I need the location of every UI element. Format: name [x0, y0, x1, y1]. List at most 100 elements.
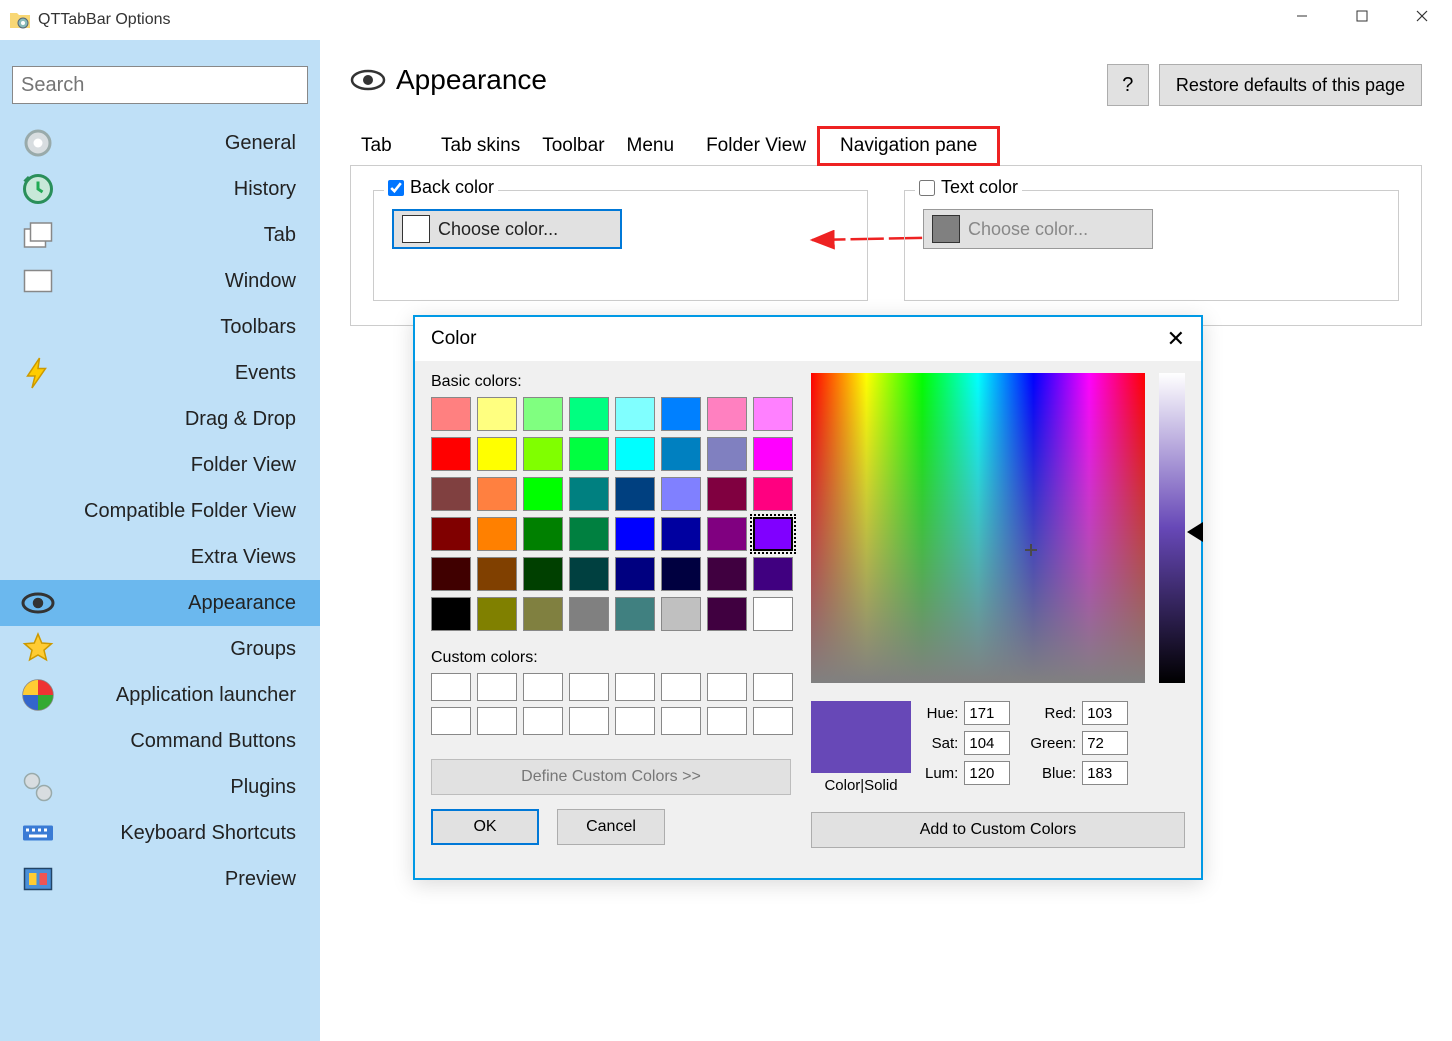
custom-color-swatch[interactable] [431, 673, 471, 701]
back-color-checkbox[interactable] [388, 180, 404, 196]
basic-color-swatch[interactable] [569, 397, 609, 431]
basic-color-swatch[interactable] [569, 557, 609, 591]
basic-color-swatch[interactable] [707, 397, 747, 431]
sidebar-item-appearance[interactable]: Appearance [0, 580, 320, 626]
search-input[interactable] [12, 66, 308, 104]
sidebar-item-events[interactable]: Events [0, 350, 320, 396]
tab-navigationpane[interactable]: Navigation pane [817, 126, 1000, 166]
maximize-button[interactable] [1332, 0, 1392, 32]
basic-color-swatch[interactable] [569, 597, 609, 631]
help-button[interactable]: ? [1107, 64, 1149, 106]
tab-menu[interactable]: Menu [616, 126, 686, 166]
basic-color-swatch[interactable] [569, 517, 609, 551]
basic-color-swatch[interactable] [753, 517, 793, 551]
basic-color-swatch[interactable] [707, 477, 747, 511]
custom-color-swatch[interactable] [707, 707, 747, 735]
basic-color-swatch[interactable] [523, 397, 563, 431]
define-custom-colors-button[interactable]: Define Custom Colors >> [431, 759, 791, 795]
sidebar-item-shortcuts[interactable]: Keyboard Shortcuts [0, 810, 320, 856]
sidebar-item-folderview[interactable]: Folder View [0, 442, 320, 488]
custom-color-swatch[interactable] [477, 673, 517, 701]
basic-color-swatch[interactable] [523, 517, 563, 551]
basic-color-swatch[interactable] [753, 597, 793, 631]
custom-color-swatch[interactable] [615, 673, 655, 701]
close-button[interactable] [1392, 0, 1452, 32]
basic-color-swatch[interactable] [753, 557, 793, 591]
basic-color-swatch[interactable] [477, 517, 517, 551]
basic-color-swatch[interactable] [477, 437, 517, 471]
basic-color-swatch[interactable] [477, 557, 517, 591]
basic-color-swatch[interactable] [753, 477, 793, 511]
basic-color-swatch[interactable] [615, 597, 655, 631]
choose-back-color-button[interactable]: Choose color... [392, 209, 622, 249]
custom-color-swatch[interactable] [569, 707, 609, 735]
basic-color-swatch[interactable] [615, 517, 655, 551]
basic-color-swatch[interactable] [477, 477, 517, 511]
basic-color-swatch[interactable] [523, 597, 563, 631]
cancel-button[interactable]: Cancel [557, 809, 665, 845]
sidebar-item-plugins[interactable]: Plugins [0, 764, 320, 810]
sidebar-item-applauncher[interactable]: Application launcher [0, 672, 320, 718]
restore-defaults-button[interactable]: Restore defaults of this page [1159, 64, 1422, 106]
tab-toolbar[interactable]: Toolbar [531, 126, 615, 166]
basic-color-swatch[interactable] [431, 477, 471, 511]
custom-color-swatch[interactable] [523, 707, 563, 735]
basic-color-swatch[interactable] [431, 597, 471, 631]
hue-input[interactable] [964, 701, 1010, 725]
sidebar-item-tab[interactable]: Tab [0, 212, 320, 258]
basic-color-swatch[interactable] [615, 557, 655, 591]
custom-color-swatch[interactable] [661, 673, 701, 701]
basic-color-swatch[interactable] [661, 597, 701, 631]
basic-color-swatch[interactable] [615, 397, 655, 431]
sidebar-item-cmdbuttons[interactable]: Command Buttons [0, 718, 320, 764]
basic-color-swatch[interactable] [523, 557, 563, 591]
blue-input[interactable] [1082, 761, 1128, 785]
basic-color-swatch[interactable] [707, 437, 747, 471]
basic-color-swatch[interactable] [569, 477, 609, 511]
lum-input[interactable] [964, 761, 1010, 785]
basic-color-swatch[interactable] [707, 557, 747, 591]
sidebar-item-extraviews[interactable]: Extra Views [0, 534, 320, 580]
basic-color-swatch[interactable] [431, 397, 471, 431]
sidebar-item-dragdrop[interactable]: Drag & Drop [0, 396, 320, 442]
basic-color-swatch[interactable] [753, 397, 793, 431]
custom-color-swatch[interactable] [615, 707, 655, 735]
basic-color-swatch[interactable] [707, 517, 747, 551]
basic-color-swatch[interactable] [431, 437, 471, 471]
basic-color-swatch[interactable] [569, 437, 609, 471]
basic-color-swatch[interactable] [661, 557, 701, 591]
custom-color-swatch[interactable] [753, 673, 793, 701]
luminance-slider[interactable] [1159, 373, 1185, 683]
basic-color-swatch[interactable] [661, 437, 701, 471]
custom-color-swatch[interactable] [431, 707, 471, 735]
basic-color-swatch[interactable] [523, 437, 563, 471]
basic-color-swatch[interactable] [615, 477, 655, 511]
tab-tab[interactable]: Tab [350, 126, 430, 166]
sidebar-item-general[interactable]: General [0, 120, 320, 166]
basic-color-swatch[interactable] [615, 437, 655, 471]
basic-color-swatch[interactable] [661, 397, 701, 431]
custom-color-swatch[interactable] [569, 673, 609, 701]
custom-color-swatch[interactable] [661, 707, 701, 735]
sidebar-item-toolbars[interactable]: Toolbars [0, 304, 320, 350]
tab-folderview[interactable]: Folder View [695, 126, 817, 166]
color-dialog-close-button[interactable]: ✕ [1167, 326, 1185, 352]
basic-color-swatch[interactable] [707, 597, 747, 631]
basic-color-swatch[interactable] [477, 397, 517, 431]
sidebar-item-groups[interactable]: Groups [0, 626, 320, 672]
text-color-checkbox[interactable] [919, 180, 935, 196]
sidebar-item-history[interactable]: History [0, 166, 320, 212]
custom-color-swatch[interactable] [477, 707, 517, 735]
sidebar-item-preview[interactable]: Preview [0, 856, 320, 902]
custom-color-swatch[interactable] [707, 673, 747, 701]
sidebar-item-compatfolderview[interactable]: Compatible Folder View [0, 488, 320, 534]
red-input[interactable] [1082, 701, 1128, 725]
color-field[interactable] [811, 373, 1145, 683]
custom-color-swatch[interactable] [523, 673, 563, 701]
sat-input[interactable] [964, 731, 1010, 755]
basic-color-swatch[interactable] [753, 437, 793, 471]
add-to-custom-colors-button[interactable]: Add to Custom Colors [811, 812, 1185, 848]
basic-color-swatch[interactable] [523, 477, 563, 511]
tab-tabskins[interactable]: Tab skins [430, 126, 531, 166]
basic-color-swatch[interactable] [661, 477, 701, 511]
